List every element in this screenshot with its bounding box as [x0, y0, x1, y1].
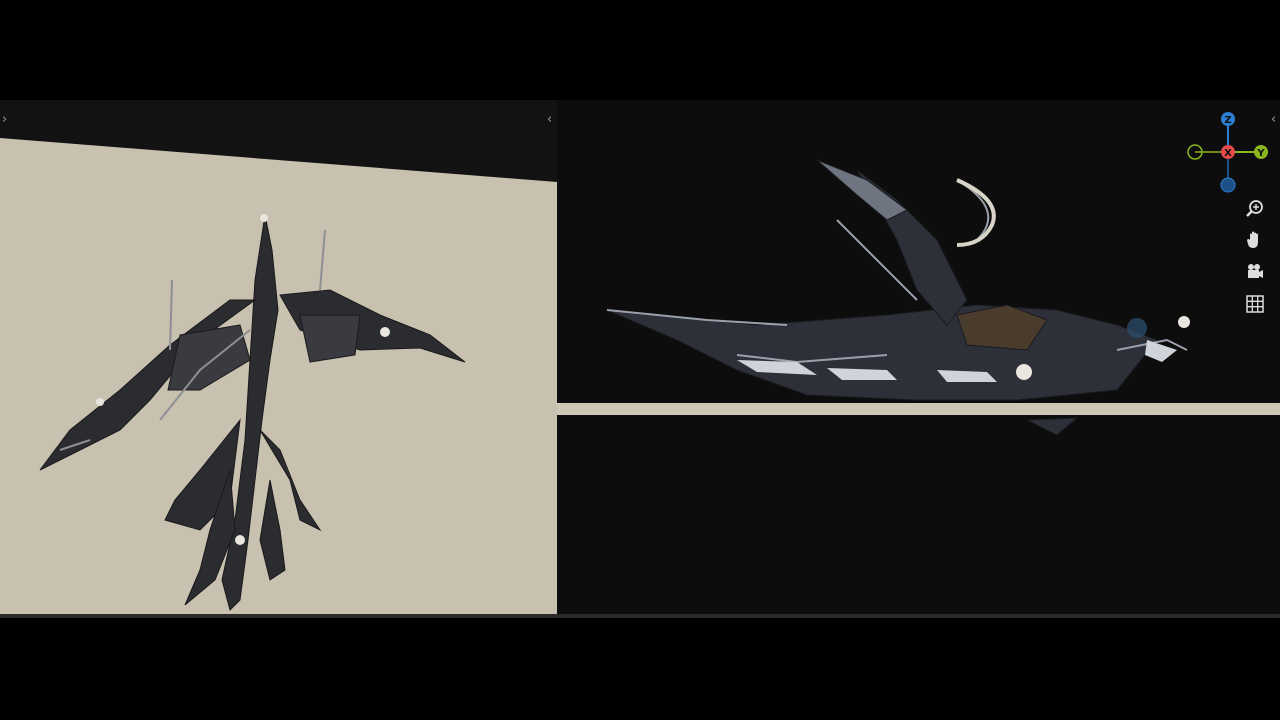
- gizmo-neg-z-icon: [1220, 177, 1236, 193]
- camera-icon: [1248, 264, 1263, 278]
- zoom-button[interactable]: [1243, 197, 1267, 221]
- camera-view-button[interactable]: [1243, 260, 1267, 284]
- left-viewport[interactable]: › ‹: [0, 100, 557, 614]
- grid-view-icon: [1246, 295, 1264, 313]
- ground-plane: [0, 138, 557, 614]
- collapse-left-icon[interactable]: ›: [2, 112, 7, 127]
- right-viewport[interactable]: Z Y X ‹: [557, 100, 1280, 618]
- collapse-toolbar-icon[interactable]: ‹: [547, 112, 552, 127]
- letterbox-bottom: [0, 618, 1280, 720]
- svg-text:X: X: [1224, 148, 1232, 159]
- svg-text:Z: Z: [1224, 115, 1231, 126]
- pan-button[interactable]: [1243, 228, 1267, 252]
- axis-gizmo[interactable]: Z Y X: [1183, 110, 1273, 200]
- hand-pan-icon: [1247, 231, 1258, 248]
- svg-text:Y: Y: [1256, 148, 1265, 159]
- grid-view-button[interactable]: [1243, 292, 1267, 316]
- dragon-model-side: [606, 159, 1190, 436]
- zoom-icon: [1246, 200, 1263, 217]
- letterbox-top: [0, 0, 1280, 100]
- blender-editor: › ‹ Z Y X ‹: [0, 100, 1280, 618]
- collapse-sidebar-icon[interactable]: ‹: [1271, 112, 1276, 127]
